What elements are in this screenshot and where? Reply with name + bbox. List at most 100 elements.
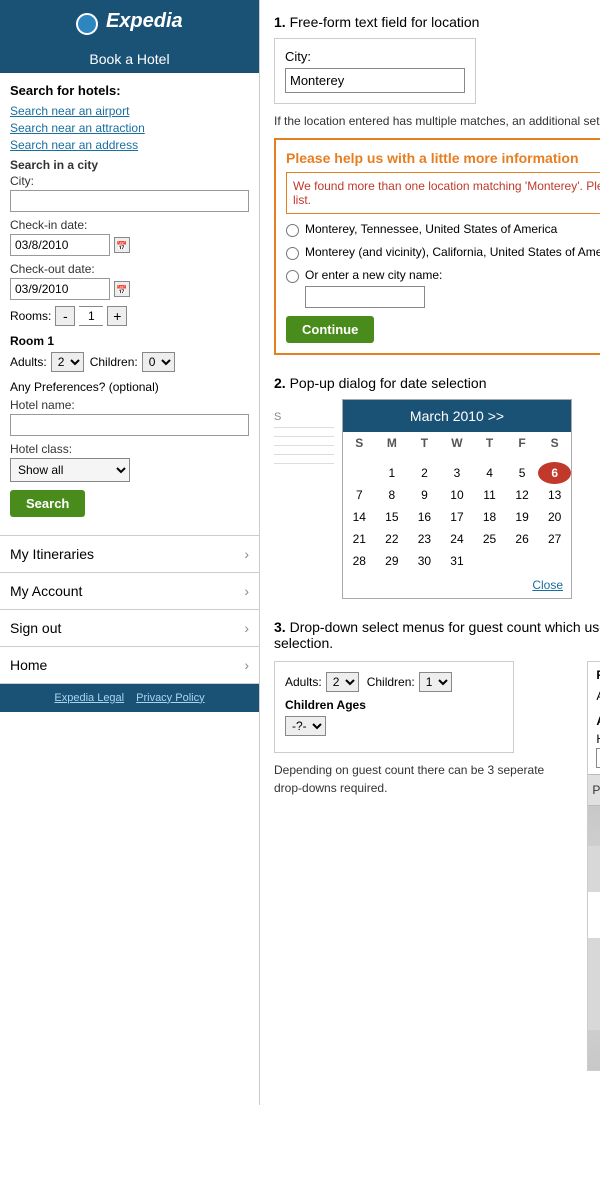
my-account-label: My Account [10, 583, 82, 599]
calendar-day[interactable]: 25 [473, 528, 506, 550]
calendar-day[interactable]: 13 [538, 484, 571, 506]
s3r-adults-row: Adults: 213 Children: 012 [588, 684, 600, 712]
continue-button[interactable]: Continue [286, 316, 374, 343]
expedia-legal-link[interactable]: Expedia Legal [54, 692, 124, 704]
picker-item-1[interactable]: 1 [588, 846, 600, 892]
calendar-day[interactable]: 7 [343, 484, 376, 506]
checkin-calendar-icon[interactable]: 📅 [114, 237, 130, 253]
sidebar-item-sign-out[interactable]: Sign out › [0, 610, 259, 647]
guest-count-box: Adults: 213 Children: 102 Children Ages [274, 661, 514, 753]
s3-children-label: Children: [367, 675, 415, 689]
toolbar-previous-button[interactable]: Previous [588, 779, 600, 801]
calendar-day[interactable]: 2 [408, 462, 441, 484]
or-enter-label: Or enter a new city name: [305, 268, 442, 282]
cal-day-mon: M [376, 432, 409, 454]
children-select[interactable]: 0123 [142, 352, 175, 372]
s3-adults-select[interactable]: 213 [326, 672, 359, 692]
hotel-class-select[interactable]: Show all [10, 458, 130, 482]
adults-select[interactable]: 2134 [51, 352, 84, 372]
calendar-day[interactable]: 15 [376, 506, 409, 528]
city-box-label: City: [285, 49, 465, 64]
section3-layout: Adults: 213 Children: 102 Children Ages [274, 661, 600, 1071]
section1-title: 1. Free-form text field for location [274, 14, 600, 30]
calendar-day[interactable]: 6 [538, 462, 571, 484]
home-label: Home [10, 657, 47, 673]
age-select[interactable]: -?- [285, 716, 326, 736]
calendar-day[interactable]: 4 [473, 462, 506, 484]
calendar-day[interactable]: 19 [506, 506, 539, 528]
rooms-decrease-button[interactable]: - [55, 306, 75, 326]
calendar-close-link[interactable]: Close [532, 578, 563, 592]
calendar-day[interactable]: 18 [473, 506, 506, 528]
s3r-adults-label: Adults: [596, 689, 600, 703]
search-near-attraction-link[interactable]: Search near an attraction [10, 121, 249, 135]
calendar-day [473, 454, 506, 462]
calendar-day[interactable]: 22 [376, 528, 409, 550]
calendar-day[interactable]: 20 [538, 506, 571, 528]
calendar-day [538, 454, 571, 462]
picker-item-2-selected[interactable]: ✓ 2 [588, 892, 600, 938]
sidebar-item-my-itineraries[interactable]: My Itineraries › [0, 536, 259, 573]
city-text-input[interactable] [285, 68, 465, 93]
calendar-day[interactable]: 30 [408, 550, 441, 572]
calendar-day[interactable]: 31 [441, 550, 474, 572]
s3r-hotel-name-label: Hotel name: [596, 732, 600, 746]
calendar-day[interactable]: 11 [473, 484, 506, 506]
children-ages-label: Children Ages [285, 698, 503, 712]
checkout-calendar-icon[interactable]: 📅 [114, 281, 130, 297]
calendar-day[interactable]: 23 [408, 528, 441, 550]
calendar-day[interactable]: 17 [441, 506, 474, 528]
calendar-popup: March 2010 >> S M T W T F S [342, 399, 572, 599]
calendar-day[interactable]: 10 [441, 484, 474, 506]
adults-label: Adults: [10, 355, 47, 369]
my-account-arrow-icon: › [244, 583, 249, 599]
radio-ca[interactable] [286, 247, 299, 260]
calendar-day[interactable]: 24 [441, 528, 474, 550]
home-arrow-icon: › [244, 657, 249, 673]
s3-children-select[interactable]: 102 [419, 672, 452, 692]
calendar-day[interactable]: 14 [343, 506, 376, 528]
calendar-week-row: 14151617181920 [343, 506, 571, 528]
checkout-row: 📅 [10, 278, 249, 300]
search-near-airport-link[interactable]: Search near an airport [10, 104, 249, 118]
s3r-hotel-name-input[interactable] [596, 748, 600, 768]
picker-item-4[interactable]: 4 [588, 984, 600, 1030]
s3-adults-row: Adults: 213 Children: 102 [285, 672, 503, 692]
expedia-logo-text: Expedia [106, 10, 183, 32]
search-near-address-link[interactable]: Search near an address [10, 138, 249, 152]
radio-new-city[interactable] [286, 270, 299, 283]
calendar-day[interactable]: 26 [506, 528, 539, 550]
sidebar-nav: My Itineraries › My Account › Sign out ›… [0, 535, 259, 684]
help-box-title: Please help us with a little more inform… [286, 150, 600, 166]
calendar-day[interactable]: 12 [506, 484, 539, 506]
calendar-day[interactable]: 3 [441, 462, 474, 484]
radio-tn[interactable] [286, 224, 299, 237]
calendar-day [506, 550, 539, 572]
privacy-policy-link[interactable]: Privacy Policy [136, 692, 204, 704]
section1-info-text: If the location entered has multiple mat… [274, 112, 600, 130]
sidebar-item-my-account[interactable]: My Account › [0, 573, 259, 610]
section2: 2. Pop-up dialog for date selection S Ma… [274, 375, 600, 599]
search-button[interactable]: Search [10, 490, 85, 517]
sidebar-item-home[interactable]: Home › [0, 647, 259, 684]
children-label: Children: [90, 355, 138, 369]
calendar-day[interactable]: 21 [343, 528, 376, 550]
calendar-day[interactable]: 27 [538, 528, 571, 550]
checkin-row: 📅 [10, 234, 249, 256]
calendar-day[interactable]: 28 [343, 550, 376, 572]
city-input[interactable] [10, 190, 249, 212]
adults-children-row: Adults: 2134 Children: 0123 [10, 352, 249, 372]
picker-item-3[interactable]: 3 [588, 938, 600, 984]
calendar-day[interactable]: 8 [376, 484, 409, 506]
new-city-input[interactable] [305, 286, 425, 308]
cal-day-thu: T [473, 432, 506, 454]
calendar-day[interactable]: 29 [376, 550, 409, 572]
checkin-input[interactable] [10, 234, 110, 256]
checkout-input[interactable] [10, 278, 110, 300]
hotel-name-input[interactable] [10, 414, 249, 436]
calendar-day[interactable]: 5 [506, 462, 539, 484]
rooms-increase-button[interactable]: + [107, 306, 127, 326]
calendar-day[interactable]: 1 [376, 462, 409, 484]
calendar-day[interactable]: 16 [408, 506, 441, 528]
calendar-day[interactable]: 9 [408, 484, 441, 506]
